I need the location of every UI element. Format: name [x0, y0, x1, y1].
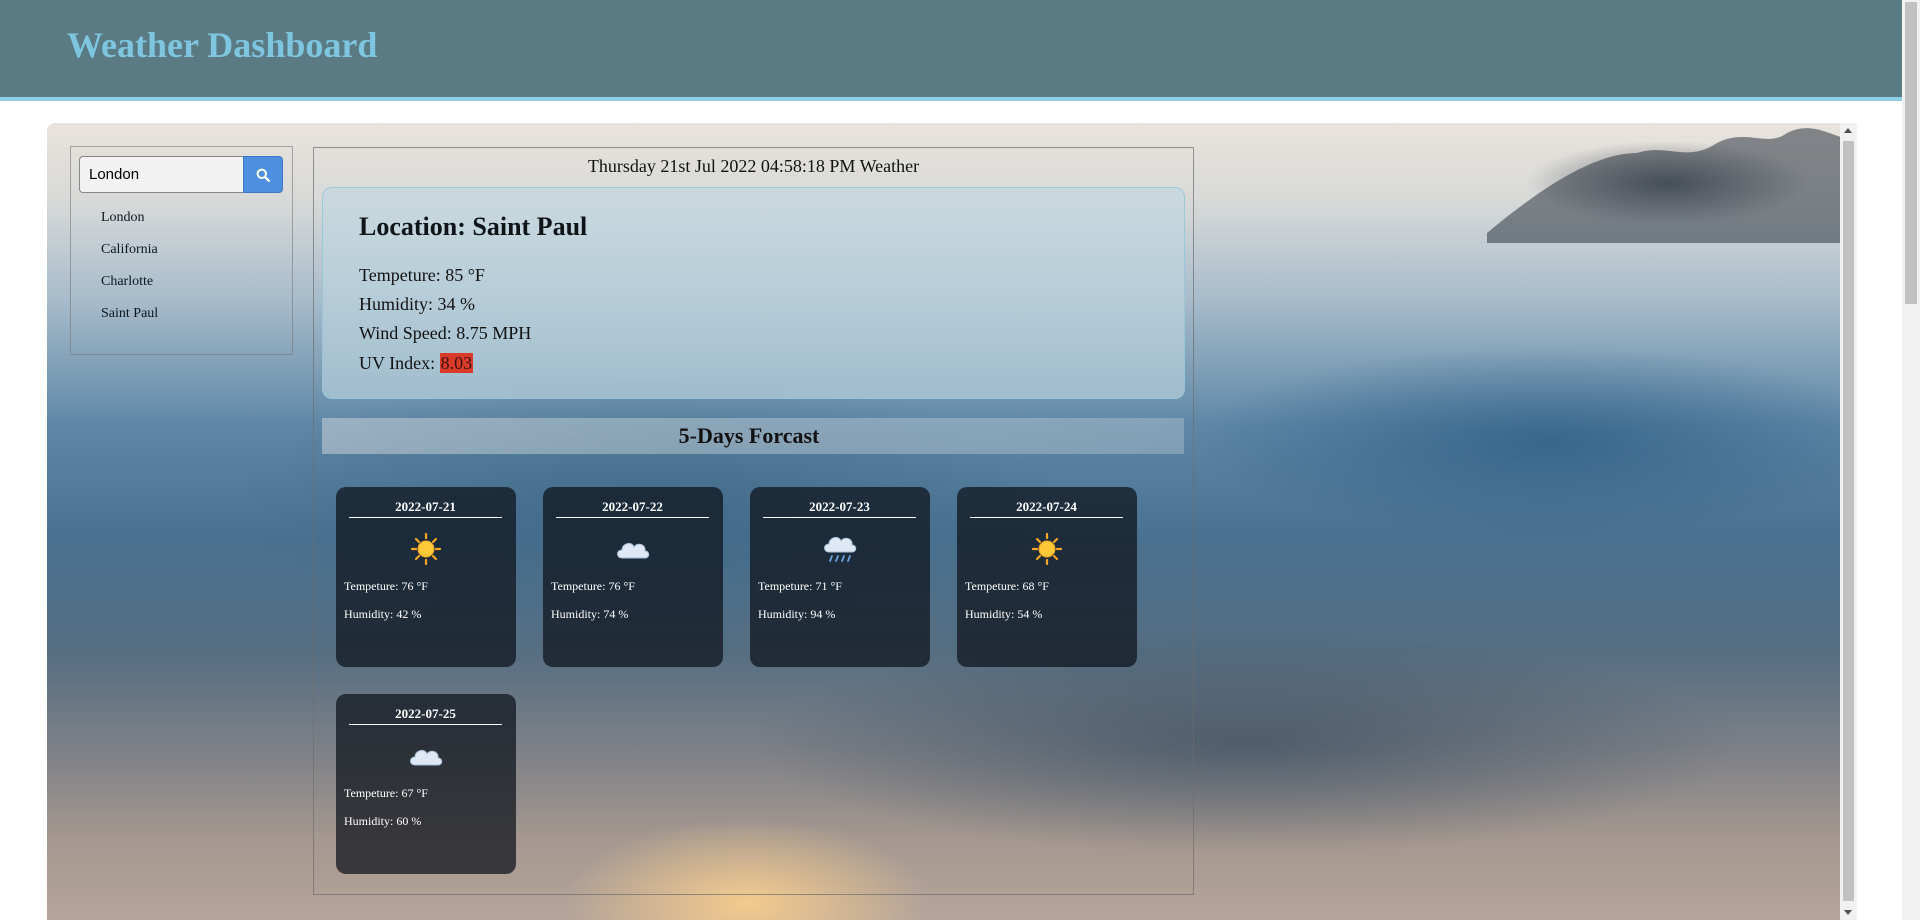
- search-button[interactable]: [243, 156, 283, 193]
- forecast-date: 2022-07-21: [349, 499, 502, 518]
- forecast-card: 2022-07-22 Tempeture: 76 °F Humidity: 74…: [543, 487, 723, 667]
- forecast-temperature: Tempeture: 68 °F: [965, 579, 1049, 593]
- forecast-card: 2022-07-24 Tempeture: 68 °F Humidity: 54…: [957, 487, 1137, 667]
- content-scrollbar[interactable]: [1840, 123, 1857, 920]
- forecast-humidity: Humidity: 60 %: [344, 814, 422, 828]
- forecast-card: 2022-07-23 Tempeture: 71 °F Humidity: 94…: [750, 487, 930, 667]
- uv-index-label: UV Index:: [359, 353, 440, 373]
- forecast-temperature: Tempeture: 71 °F: [758, 579, 842, 593]
- current-humidity: Humidity: 34 %: [359, 294, 475, 314]
- forecast-date: 2022-07-25: [349, 706, 502, 725]
- search-icon: [256, 168, 270, 182]
- current-datetime: Thursday 21st Jul 2022 04:58:18 PM Weath…: [587, 156, 920, 176]
- history-item-london[interactable]: London: [101, 210, 158, 242]
- forecast-card: 2022-07-21 Tempeture: 76 °F Humidity: 42…: [336, 487, 516, 667]
- page-scrollbar-thumb[interactable]: [1905, 2, 1917, 304]
- forecast-date: 2022-07-23: [763, 499, 916, 518]
- forecast-humidity: Humidity: 94 %: [758, 607, 836, 621]
- location-heading: Location: Saint Paul: [359, 212, 588, 241]
- forecast-temperature: Tempeture: 67 °F: [344, 786, 428, 800]
- forecast-date: 2022-07-24: [970, 499, 1123, 518]
- rock-silhouette-icon: [1487, 128, 1857, 243]
- cloud-icon: [410, 749, 443, 766]
- scroll-down-arrow-icon[interactable]: [1844, 910, 1852, 915]
- sun-icon: [410, 532, 442, 566]
- current-temperature: Tempeture: 85 °F: [359, 265, 485, 285]
- forecast-humidity: Humidity: 54 %: [965, 607, 1043, 621]
- page-title: Weather Dashboard: [67, 25, 378, 65]
- forecast-title: 5-Days Forcast: [678, 423, 820, 448]
- forecast-card: 2022-07-25 Tempeture: 67 °F Humidity: 60…: [336, 694, 516, 874]
- current-wind-speed: Wind Speed: 8.75 MPH: [359, 323, 532, 343]
- page-scrollbar[interactable]: [1902, 0, 1920, 920]
- uv-index-value: 8.03: [439, 353, 474, 373]
- forecast-humidity: Humidity: 42 %: [344, 607, 422, 621]
- history-item-california[interactable]: California: [101, 242, 158, 274]
- content-scrollbar-thumb[interactable]: [1843, 141, 1854, 901]
- forecast-temperature: Tempeture: 76 °F: [344, 579, 428, 593]
- forecast-date: 2022-07-22: [556, 499, 709, 518]
- current-uv-index: UV Index: 8.03: [359, 353, 474, 374]
- forecast-humidity: Humidity: 74 %: [551, 607, 629, 621]
- city-search-input[interactable]: [79, 156, 243, 193]
- top-header: Weather Dashboard: [0, 0, 1902, 101]
- forecast-temperature: Tempeture: 76 °F: [551, 579, 635, 593]
- rain-cloud-icon: [824, 536, 857, 562]
- search-history-list: London California Charlotte Saint Paul: [101, 210, 158, 338]
- sun-icon: [1031, 532, 1063, 566]
- cloud-icon: [617, 542, 650, 559]
- history-item-saint-paul[interactable]: Saint Paul: [101, 306, 158, 338]
- scroll-up-arrow-icon[interactable]: [1844, 128, 1852, 133]
- history-item-charlotte[interactable]: Charlotte: [101, 274, 158, 306]
